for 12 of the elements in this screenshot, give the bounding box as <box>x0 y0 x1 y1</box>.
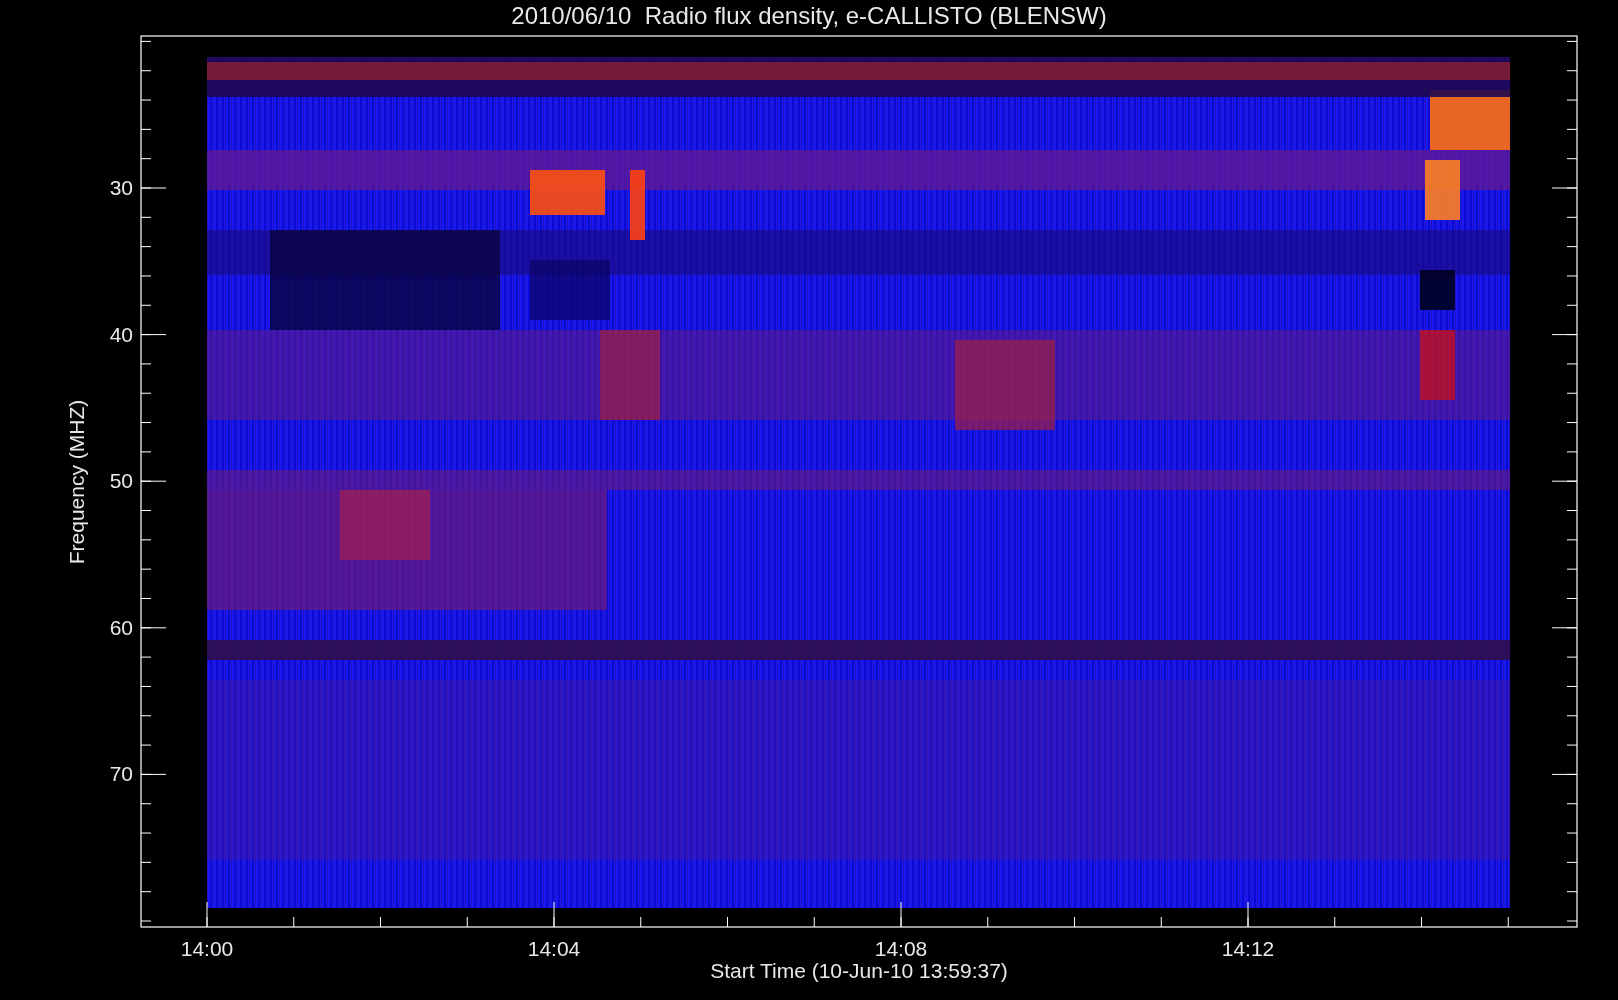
y-tick-label: 30 <box>109 176 133 199</box>
y-axis-label: Frequency (MHZ) <box>65 399 88 565</box>
chart-title: 2010/06/10 Radio flux density, e-CALLISTO (BLENSW) <box>511 2 1107 29</box>
x-tick-label: 14:12 <box>1221 937 1275 960</box>
y-tick-label: 70 <box>109 762 133 786</box>
x-tick-label: 14:08 <box>874 937 928 960</box>
x-tick-label: 14:00 <box>180 937 234 960</box>
y-tick-label: 60 <box>109 615 133 639</box>
y-tick-label: 50 <box>109 469 133 493</box>
x-axis-label: Start Time (10-Jun-10 13:59:37) <box>710 959 1008 982</box>
y-tick-label: 40 <box>109 322 133 346</box>
x-tick-label: 14:04 <box>527 937 581 960</box>
